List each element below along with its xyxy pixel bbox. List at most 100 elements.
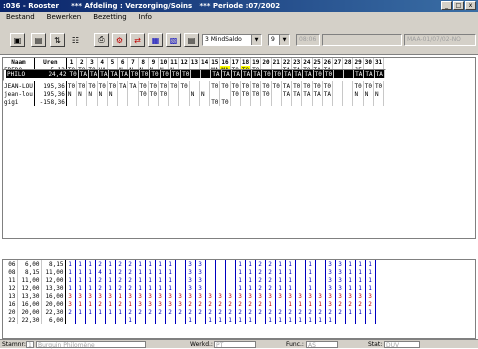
chevron-down-icon[interactable]: ▼ [279, 35, 289, 45]
saldo-select[interactable]: 3 MindSaldo ▼ [202, 34, 262, 46]
roster-day-cell[interactable]: TA [108, 70, 120, 78]
roster-day-cell[interactable]: T0 [148, 90, 160, 98]
roster-day-cell[interactable]: TA [281, 82, 293, 90]
roster-day-cell[interactable]: T0 [363, 82, 374, 90]
columns-button[interactable]: ☷ [68, 33, 83, 47]
close-button[interactable]: x [465, 1, 476, 10]
export-button[interactable]: ▧ [166, 33, 181, 47]
roster-day-cell[interactable] [343, 70, 355, 78]
roster-day-cell[interactable]: T0 [158, 82, 170, 90]
roster-day-cell[interactable]: T0 [272, 70, 283, 78]
roster-day-cell[interactable]: N [199, 90, 211, 98]
roster-row[interactable]: gigi -158,36 T0 T0 [3, 98, 385, 106]
roster-day-cell[interactable]: T0 [138, 90, 149, 98]
roster-day-cell[interactable]: TA [88, 70, 100, 78]
roster-day-cell[interactable] [66, 98, 78, 106]
roster-day-cell[interactable]: TA [251, 70, 263, 78]
roster-day-cell[interactable]: TA [117, 82, 129, 90]
roster-day-cell[interactable]: T0 [168, 82, 180, 90]
roster-day-cell[interactable] [240, 98, 252, 106]
roster-day-cell[interactable] [230, 98, 241, 106]
roster-day-cell[interactable] [291, 98, 303, 106]
roster-day-cell[interactable] [250, 98, 262, 106]
roster-day-cell[interactable]: T0 [86, 82, 98, 90]
roster-day-cell[interactable] [199, 82, 211, 90]
roster-day-cell[interactable] [86, 98, 98, 106]
roster-day-cell[interactable] [342, 82, 354, 90]
roster-day-cell[interactable]: N [189, 90, 200, 98]
roster-day-cell[interactable]: N [97, 90, 108, 98]
roster-day-cell[interactable]: T0 [180, 70, 192, 78]
roster-day-cell[interactable] [352, 98, 364, 106]
roster-day-cell[interactable]: T0 [312, 82, 323, 90]
roster-day-cell[interactable]: T0 [76, 82, 88, 90]
roster-day-cell[interactable]: N [107, 90, 119, 98]
roster-day-cell[interactable]: TA [322, 90, 334, 98]
roster-day-cell[interactable] [301, 98, 313, 106]
roster-day-cell[interactable]: T0 [352, 82, 364, 90]
roster-day-cell[interactable]: T0 [271, 82, 282, 90]
roster-day-cell[interactable]: T0 [160, 70, 171, 78]
roster-day-cell[interactable] [107, 98, 119, 106]
roster-day-cell[interactable]: T0 [66, 82, 78, 90]
roster-day-cell[interactable]: T0 [219, 82, 231, 90]
roster-day-cell[interactable]: N [373, 90, 385, 98]
roster-day-cell[interactable]: T0 [158, 90, 170, 98]
roster-day-cell[interactable]: T0 [291, 82, 303, 90]
roster-day-cell[interactable] [281, 98, 293, 106]
menu-bewerken[interactable]: Bewerken [47, 12, 82, 23]
roster-day-cell[interactable]: T0 [219, 98, 231, 106]
roster-day-cell[interactable] [117, 90, 129, 98]
roster-day-cell[interactable]: T0 [149, 70, 161, 78]
roster-day-cell[interactable]: T0 [322, 82, 334, 90]
window-button[interactable]: ▤ [31, 33, 46, 47]
roster-day-cell[interactable] [260, 98, 272, 106]
save-button[interactable]: ▣ [10, 33, 25, 47]
roster-day-cell[interactable]: TA [231, 70, 243, 78]
roster-day-cell[interactable]: T0 [313, 70, 324, 78]
roster-day-cell[interactable] [189, 82, 200, 90]
roster-day-cell[interactable] [271, 98, 282, 106]
roster-day-cell[interactable] [333, 70, 345, 78]
roster-day-cell[interactable] [332, 98, 344, 106]
roster-day-cell[interactable]: T0 [138, 82, 149, 90]
roster-row[interactable]: jean-lou 195,36 N N N N N T0 T0 T0 N N T0 T0 T0 T0 TA TA T… [3, 90, 385, 98]
roster-day-cell[interactable] [127, 90, 139, 98]
roster-day-cell[interactable]: T0 [301, 82, 313, 90]
roster-day-cell[interactable] [178, 90, 190, 98]
print-button[interactable]: ⎙ [94, 33, 109, 47]
calculate-button[interactable]: ⚙ [112, 33, 127, 47]
sort-button[interactable]: ⇅ [50, 33, 65, 47]
roster-day-cell[interactable]: T0 [129, 70, 141, 78]
roster-day-cell[interactable]: T0 [170, 70, 182, 78]
roster-day-cell[interactable]: N [352, 90, 364, 98]
roster-day-cell[interactable] [168, 98, 180, 106]
roster-day-cell[interactable]: TA [221, 70, 232, 78]
roster-day-cell[interactable] [127, 98, 139, 106]
roster-day-cell[interactable]: TA [302, 70, 314, 78]
roster-day-cell[interactable] [342, 90, 354, 98]
roster-day-cell[interactable]: TA [78, 70, 89, 78]
roster-day-cell[interactable]: T0 [240, 82, 252, 90]
roster-day-cell[interactable]: N [86, 90, 98, 98]
roster-day-cell[interactable] [209, 90, 221, 98]
roster-day-cell[interactable] [219, 90, 231, 98]
roster-day-cell[interactable]: TA [127, 82, 139, 90]
roster-day-cell[interactable]: TA [291, 90, 303, 98]
report-button[interactable]: ▤ [184, 33, 199, 47]
roster-day-cell[interactable] [373, 98, 385, 106]
roster-row[interactable]: PHILO 24,42 T0 TA TA TA TA TA T0 T0 T0 T0 T0 T0 TA TA TA… [3, 69, 386, 81]
roster-day-cell[interactable]: TA [312, 90, 323, 98]
roster-day-cell[interactable] [199, 98, 211, 106]
roster-day-cell[interactable]: T0 [230, 82, 241, 90]
roster-day-cell[interactable]: T0 [209, 98, 221, 106]
roster-day-cell[interactable] [363, 98, 374, 106]
roster-day-cell[interactable]: N [363, 90, 374, 98]
roster-day-cell[interactable]: T0 [148, 82, 160, 90]
roster-day-cell[interactable]: TA [374, 70, 385, 78]
roster-day-cell[interactable]: TA [281, 90, 293, 98]
roster-day-cell[interactable]: T0 [260, 90, 272, 98]
roster-day-cell[interactable]: TA [282, 70, 294, 78]
roster-day-cell[interactable] [76, 98, 88, 106]
roster-row[interactable]: JEAN-LOU 195,36 T0 T0 T0 T0 T0 TA TA T0 T0 T0 T0 T0 T0… [3, 82, 385, 90]
